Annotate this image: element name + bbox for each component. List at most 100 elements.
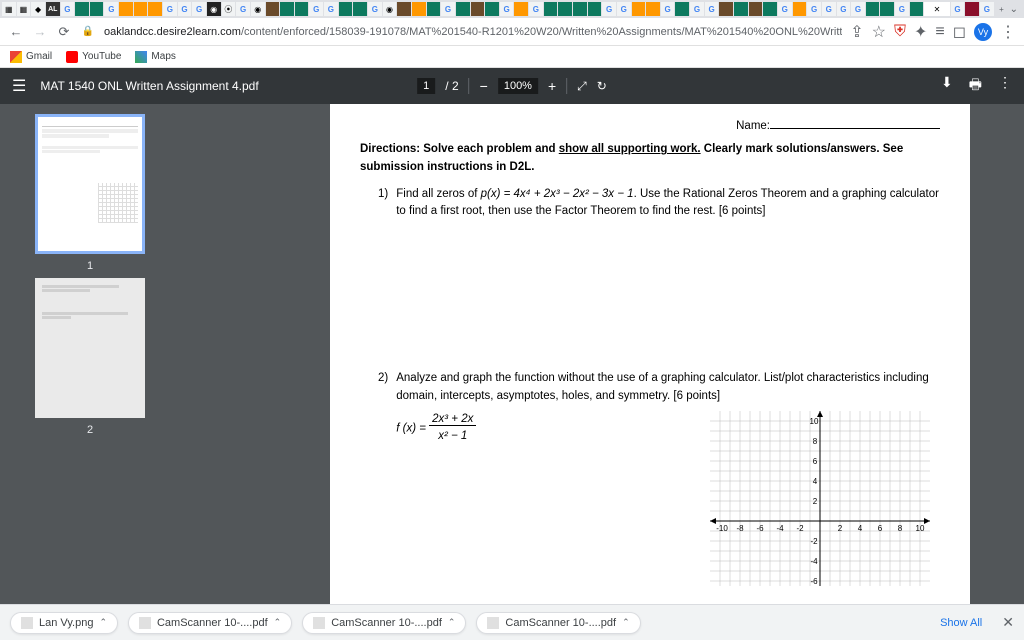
download-item[interactable]: CamScanner 10-....pdf⌃ (128, 612, 292, 634)
tab-google[interactable]: G (837, 2, 851, 16)
tab-icon[interactable] (397, 2, 411, 16)
tab-icon[interactable] (485, 2, 499, 16)
tab-icon[interactable] (134, 2, 148, 16)
tab-icon[interactable]: ◉ (383, 2, 397, 16)
shield-icon[interactable]: ⛨ (894, 23, 906, 41)
close-downloads-button[interactable]: ✕ (1002, 614, 1014, 631)
tab-google[interactable]: G (500, 2, 514, 16)
chevron-up-icon[interactable]: ⌃ (622, 617, 630, 628)
tab-google[interactable]: G (324, 2, 338, 16)
tab-icon[interactable] (266, 2, 280, 16)
tab-icon[interactable] (514, 2, 528, 16)
url-field[interactable]: oaklandcc.desire2learn.com/content/enfor… (104, 26, 842, 38)
tab-icon[interactable] (749, 2, 763, 16)
zoom-in-button[interactable]: + (548, 78, 556, 94)
tab-google[interactable]: G (236, 2, 250, 16)
forward-button[interactable]: → (32, 24, 48, 40)
thumbnail-page-2[interactable] (35, 278, 145, 418)
tab-icon[interactable] (412, 2, 426, 16)
tab-google[interactable]: G (807, 2, 821, 16)
download-item[interactable]: Lan Vy.png⌃ (10, 612, 118, 634)
tab-icon[interactable] (427, 2, 441, 16)
bookmark-youtube[interactable]: YouTube (66, 51, 121, 63)
tab-icon[interactable] (471, 2, 485, 16)
back-button[interactable]: ← (8, 24, 24, 40)
tab-icon[interactable] (148, 2, 162, 16)
share-icon[interactable]: ⇪ (850, 22, 863, 42)
tab-icon[interactable] (866, 2, 880, 16)
tab-icon[interactable]: ▦ (2, 2, 16, 16)
chevron-up-icon[interactable]: ⌃ (274, 617, 282, 628)
tab-active[interactable]: ✕ (924, 2, 949, 16)
tab-google[interactable]: G (104, 2, 118, 16)
tab-icon[interactable] (558, 2, 572, 16)
tab-al[interactable]: AL (46, 2, 60, 16)
tab-google[interactable]: G (368, 2, 382, 16)
tab-icon[interactable] (793, 2, 807, 16)
tab-icon[interactable] (339, 2, 353, 16)
tab-icon[interactable] (544, 2, 558, 16)
tab-google[interactable]: G (602, 2, 616, 16)
tab-icon[interactable] (353, 2, 367, 16)
print-icon[interactable]: 🖶 (969, 74, 982, 98)
tab-google[interactable]: G (441, 2, 455, 16)
download-item[interactable]: CamScanner 10-....pdf⌃ (302, 612, 466, 634)
browser-menu-icon[interactable]: ⋮ (1000, 22, 1016, 42)
tab-icon[interactable]: ◆ (31, 2, 45, 16)
tab-icon[interactable] (763, 2, 777, 16)
tab-google[interactable]: G (178, 2, 192, 16)
tab-overflow-icon[interactable]: ⌄ (1010, 4, 1022, 15)
tab-icon[interactable]: ⦿ (222, 2, 236, 16)
thumbnail-page-1[interactable] (35, 114, 145, 254)
tab-icon[interactable] (965, 2, 979, 16)
page-current[interactable]: 1 (417, 78, 435, 94)
tab-google[interactable]: G (661, 2, 675, 16)
tab-icon[interactable]: ▦ (17, 2, 31, 16)
tab-icon[interactable] (880, 2, 894, 16)
bookmark-maps[interactable]: Maps (135, 51, 175, 63)
reload-button[interactable]: ⟳ (56, 24, 72, 40)
tab-icon[interactable] (588, 2, 602, 16)
pdf-more-icon[interactable]: ⋮ (998, 74, 1012, 98)
tab-google[interactable]: G (822, 2, 836, 16)
profile-avatar[interactable]: Vy (974, 23, 992, 41)
tab-google[interactable]: G (980, 2, 994, 16)
tab-google[interactable]: G (61, 2, 75, 16)
tab-icon[interactable] (75, 2, 89, 16)
zoom-out-button[interactable]: − (480, 78, 488, 94)
rotate-icon[interactable]: ↻ (597, 79, 607, 93)
pdf-menu-icon[interactable]: ☰ (12, 76, 26, 96)
tab-icon[interactable]: ◉ (207, 2, 221, 16)
tab-icon[interactable] (734, 2, 748, 16)
show-all-button[interactable]: Show All (940, 617, 982, 629)
tab-google[interactable]: G (529, 2, 543, 16)
star-icon[interactable]: ☆ (872, 22, 886, 42)
tab-google[interactable]: G (617, 2, 631, 16)
tab-icon[interactable] (456, 2, 470, 16)
tab-google[interactable]: G (705, 2, 719, 16)
chevron-up-icon[interactable]: ⌃ (448, 617, 456, 628)
panel-icon[interactable]: ◻ (953, 22, 966, 42)
tab-icon[interactable] (910, 2, 924, 16)
tab-google[interactable]: G (778, 2, 792, 16)
tab-google[interactable]: G (851, 2, 865, 16)
tab-icon[interactable] (90, 2, 104, 16)
download-item[interactable]: CamScanner 10-....pdf⌃ (476, 612, 640, 634)
chevron-up-icon[interactable]: ⌃ (99, 617, 107, 628)
zoom-level[interactable]: 100% (498, 78, 538, 94)
tab-icon[interactable] (646, 2, 660, 16)
tab-icon[interactable] (295, 2, 309, 16)
download-icon[interactable]: ⬇ (941, 74, 953, 98)
tab-icon[interactable] (632, 2, 646, 16)
tab-google[interactable]: G (163, 2, 177, 16)
tab-google[interactable]: G (192, 2, 206, 16)
tab-google[interactable]: G (895, 2, 909, 16)
tab-google[interactable]: G (690, 2, 704, 16)
bookmark-gmail[interactable]: Gmail (10, 51, 52, 63)
reading-list-icon[interactable]: ≡ (935, 23, 944, 41)
new-tab-button[interactable]: + (995, 2, 1009, 16)
fit-page-icon[interactable]: ⤢ (577, 79, 587, 94)
tab-icon[interactable] (573, 2, 587, 16)
tab-icon[interactable] (675, 2, 689, 16)
tab-icon[interactable] (719, 2, 733, 16)
